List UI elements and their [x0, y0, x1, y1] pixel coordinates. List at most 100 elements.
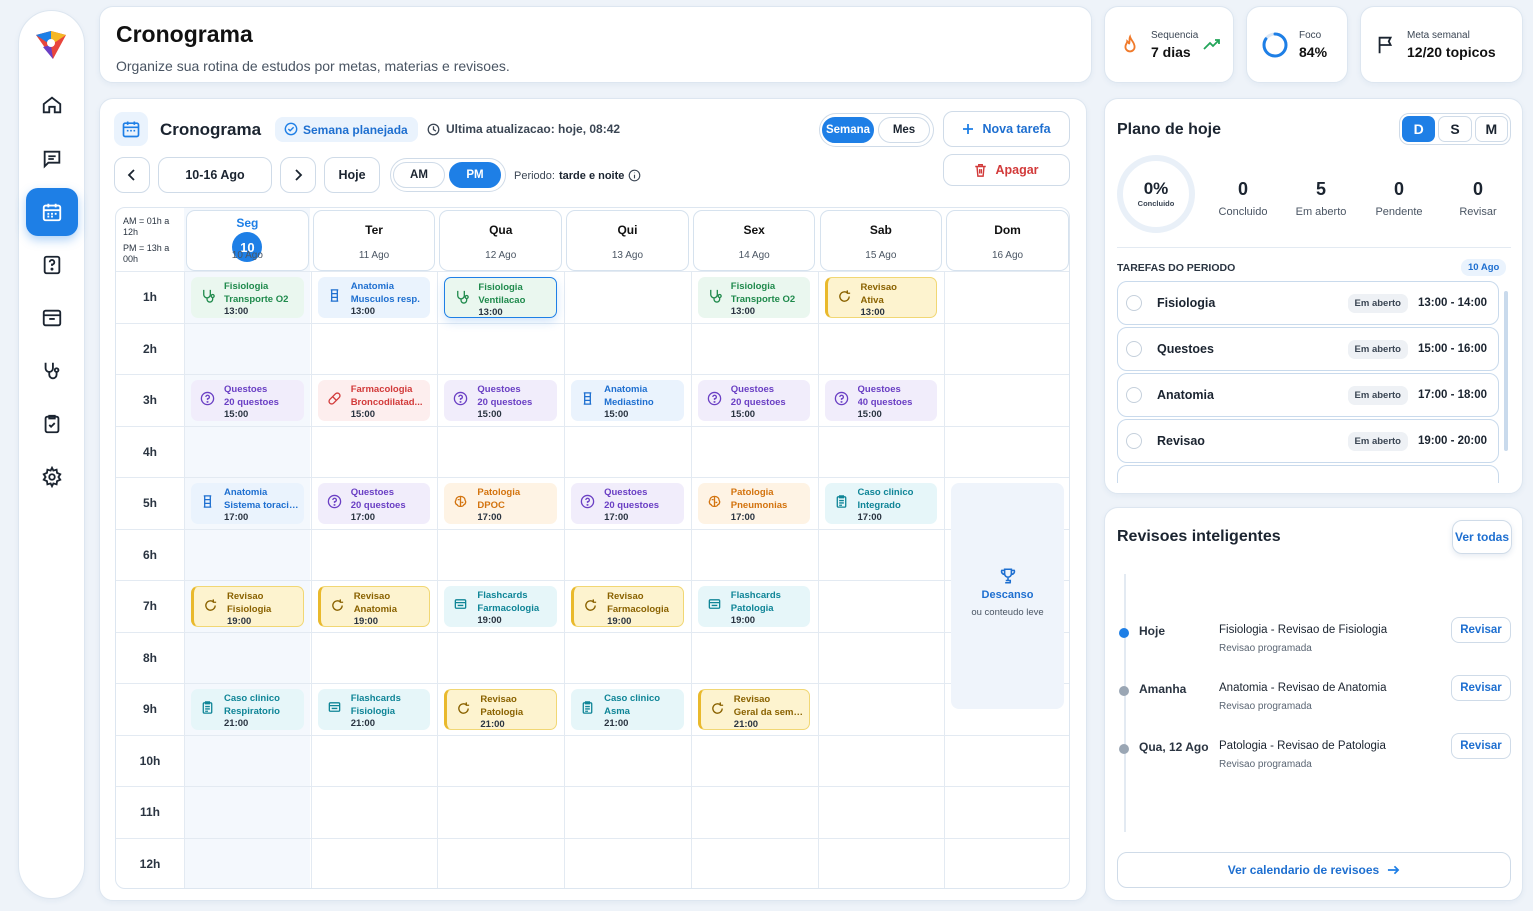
review-button[interactable]: Revisar	[1451, 617, 1511, 643]
day-name: Qui	[617, 223, 638, 237]
am-button[interactable]: AM	[393, 162, 445, 188]
event-title: Caso clinico	[857, 487, 914, 498]
schedule-event[interactable]: Questoes 20 questoes 17:00	[571, 483, 684, 524]
day-header-qua[interactable]: Qua 12 Ago	[439, 210, 563, 271]
plus-icon	[963, 124, 974, 134]
schedule-event[interactable]: Caso clinico Asma 21:00	[571, 689, 684, 730]
sidebar-item-messages[interactable]	[26, 135, 78, 183]
task-checkbox[interactable]	[1126, 341, 1142, 357]
event-subtitle: Sistema toracico	[224, 499, 300, 511]
task-list-scrollbar[interactable]	[1504, 291, 1508, 451]
schedule-event[interactable]: Farmacologia Broncodilatad... 15:00	[317, 380, 431, 421]
list-item[interactable]	[1117, 465, 1499, 483]
sidebar-item-settings[interactable]	[26, 453, 78, 501]
hour-label: 11h	[139, 805, 160, 819]
day-header-sex[interactable]: Sex 14 Ago	[692, 210, 816, 271]
prev-week-button[interactable]	[114, 157, 150, 193]
pm-button[interactable]: PM	[449, 162, 501, 188]
delete-button[interactable]: Apagar	[943, 154, 1070, 186]
hour-label: 8h	[142, 650, 157, 665]
event-time: 21:00	[350, 718, 375, 729]
schedule-event[interactable]: Revisao Farmacologia 19:00	[571, 586, 684, 627]
schedule-event[interactable]: Revisao Anatomia 19:00	[317, 586, 431, 627]
review-sub: Revisao programada	[1219, 643, 1312, 654]
sidebar-item-calendar[interactable]	[26, 188, 78, 236]
sidebar-item-questions[interactable]	[26, 241, 78, 289]
schedule-event[interactable]: Patologia Pneumonias 17:00	[697, 483, 811, 524]
event-subtitle: Integrado	[857, 499, 901, 511]
day-header-dom[interactable]: Dom 16 Ago	[946, 210, 1069, 271]
schedule-calendar-badge	[114, 112, 148, 146]
hour-label: 7h	[142, 599, 157, 613]
schedule-event[interactable]: Revisao Fisiologia 19:00	[191, 586, 304, 627]
task-checkbox[interactable]	[1126, 433, 1142, 449]
see-all-button[interactable]: Ver todas	[1452, 520, 1512, 554]
task-name: Anatomia	[1157, 388, 1214, 402]
schedule-event[interactable]: Anatomia Sistema toracico 17:00	[191, 483, 304, 524]
day-header-qui[interactable]: Qui 13 Ago	[566, 210, 689, 271]
day-header-sab[interactable]: Sab 15 Ago	[819, 210, 943, 271]
info-icon[interactable]	[628, 169, 641, 182]
event-subtitle: Broncodilatad...	[350, 396, 423, 408]
schedule-event[interactable]: Anatomia Mediastino 15:00	[571, 380, 684, 421]
new-task-button[interactable]: Nova tarefa	[943, 111, 1070, 147]
schedule-event[interactable]: Revisao Patologia 21:00	[444, 689, 558, 730]
event-title: Flashcards	[477, 590, 528, 601]
today-button[interactable]: Hoje	[324, 157, 380, 193]
schedule-event[interactable]: Questoes 20 questoes 17:00	[317, 483, 431, 524]
list-item[interactable]: Questoes Em aberto 15:00 - 16:00	[1117, 327, 1499, 371]
list-item[interactable]: Fisiologia Em aberto 13:00 - 14:00	[1117, 281, 1499, 325]
toggle-day[interactable]: D	[1402, 116, 1436, 142]
stethoscope-icon	[203, 289, 215, 303]
sidebar-item-checklist[interactable]	[26, 400, 78, 448]
schedule-event[interactable]: Caso clinico Integrado 17:00	[824, 483, 938, 524]
toggle-week[interactable]: S	[1438, 116, 1472, 142]
next-week-button[interactable]	[280, 157, 316, 193]
sidebar-item-stethoscope[interactable]	[26, 347, 78, 395]
app-logo[interactable]	[33, 27, 69, 63]
schedule-event[interactable]: Caso clinico Respiratorio 21:00	[191, 689, 304, 730]
toggle-month[interactable]: M	[1474, 116, 1508, 142]
day-name: Seg	[236, 216, 259, 230]
day-header-seg[interactable]: Seg 10 10 Ago	[186, 210, 309, 271]
schedule-event[interactable]: Flashcards Fisiologia 21:00	[317, 689, 431, 730]
day-header-ter[interactable]: Ter 11 Ago	[312, 210, 436, 271]
kpi-value: 0	[1393, 179, 1404, 199]
day-name: Sex	[743, 223, 765, 237]
review-button[interactable]: Revisar	[1451, 675, 1511, 701]
list-item[interactable]: Revisao Em aberto 19:00 - 20:00	[1117, 419, 1499, 463]
schedule-event[interactable]: Flashcards Farmacologia 19:00	[444, 586, 558, 627]
new-task-label: Nova tarefa	[982, 122, 1051, 136]
view-month-button[interactable]: Mes	[878, 117, 930, 143]
schedule-event[interactable]: Questoes 20 questoes 15:00	[697, 380, 811, 421]
sidebar-item-inbox[interactable]	[26, 294, 78, 342]
week-range[interactable]: 10-16 Ago	[158, 157, 272, 193]
stat-label: Sequencia	[1151, 29, 1199, 41]
schedule-event[interactable]: Fisiologia Transporte O2 13:00	[697, 277, 811, 318]
task-status: Em aberto	[1347, 431, 1408, 451]
schedule-event[interactable]: Questoes 20 questoes 15:00	[444, 380, 558, 421]
event-title: Caso clinico	[224, 693, 280, 704]
rest-block[interactable]: Descanso ou conteudo leve	[951, 483, 1064, 709]
schedule-event[interactable]: Questoes 40 questoes 15:00	[824, 380, 938, 421]
event-time: 17:00	[857, 512, 882, 523]
schedule-event[interactable]: Patologia DPOC 17:00	[444, 483, 558, 524]
review-calendar-link[interactable]: Ver calendario de revisoes	[1117, 852, 1511, 888]
schedule-event[interactable]: Questoes 20 questoes 15:00	[191, 380, 304, 421]
schedule-event[interactable]: Revisao Ativa 13:00	[824, 277, 938, 318]
schedule-event[interactable]: Flashcards Patologia 19:00	[697, 586, 811, 627]
schedule-event[interactable]: Fisiologia Ventilacao 13:00	[444, 277, 558, 318]
review-sub: Revisao programada	[1219, 759, 1312, 770]
schedule-event[interactable]: Anatomia Musculos resp. 13:00	[317, 277, 431, 318]
schedule-event[interactable]: Fisiologia Transporte O2 13:00	[191, 277, 304, 318]
trend-up-icon	[1203, 39, 1220, 50]
task-checkbox[interactable]	[1126, 295, 1142, 311]
task-checkbox[interactable]	[1126, 387, 1142, 403]
review-button[interactable]: Revisar	[1451, 733, 1511, 759]
schedule-event[interactable]: Revisao Geral da semana 21:00	[697, 689, 811, 730]
event-title: Flashcards	[350, 693, 401, 704]
sidebar-item-home[interactable]	[26, 81, 78, 129]
page-subtitle: Organize sua rotina de estudos por metas…	[116, 58, 510, 74]
list-item[interactable]: Anatomia Em aberto 17:00 - 18:00	[1117, 373, 1499, 417]
view-week-button[interactable]: Semana	[822, 117, 874, 143]
